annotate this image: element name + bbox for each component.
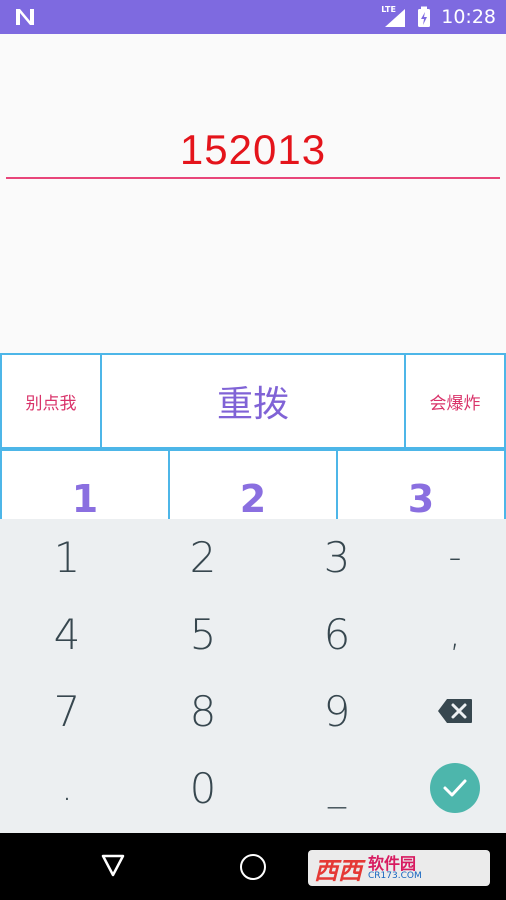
number-display: 152013 <box>0 34 506 354</box>
dont-click-button[interactable]: 别点我 <box>0 353 102 449</box>
key-3[interactable]: 3 <box>274 519 400 595</box>
key-dash[interactable]: - <box>392 519 506 595</box>
key-dot[interactable]: . <box>4 750 130 826</box>
key-2[interactable]: 2 <box>140 519 266 595</box>
backspace-icon <box>438 699 472 723</box>
number-underline <box>6 177 500 179</box>
watermark-site: CR173.COM <box>368 870 422 881</box>
status-bar: LTE 10:28 <box>0 0 506 34</box>
dial-key-label: 2 <box>239 477 267 521</box>
key-7[interactable]: 7 <box>4 673 130 749</box>
redial-label: 重拨 <box>216 384 289 425</box>
backspace-key[interactable] <box>392 673 506 749</box>
key-4[interactable]: 4 <box>4 596 130 672</box>
home-icon[interactable] <box>240 854 266 880</box>
key-8[interactable]: 8 <box>140 673 266 749</box>
battery-charging-icon <box>418 6 431 27</box>
network-label: LTE <box>381 5 396 14</box>
watermark: 西西 软件园 CR173.COM <box>308 850 490 886</box>
key-0[interactable]: 0 <box>140 750 266 826</box>
dial-key-1[interactable]: 1 <box>0 449 170 529</box>
dial-key-label: 3 <box>407 477 435 521</box>
numeric-keyboard: 1 2 3 - 4 5 6 , 7 8 9 . 0 _ <box>0 519 506 833</box>
dial-key-2[interactable]: 2 <box>168 449 338 529</box>
enter-check-icon <box>443 779 467 797</box>
dialed-number[interactable]: 152013 <box>0 126 506 174</box>
lte-signal-icon: LTE <box>381 5 407 28</box>
notification-n-icon <box>16 9 34 25</box>
explode-label: 会爆炸 <box>429 393 481 414</box>
back-icon[interactable] <box>100 853 126 879</box>
key-1[interactable]: 1 <box>4 519 130 595</box>
key-9[interactable]: 9 <box>274 673 400 749</box>
explode-button[interactable]: 会爆炸 <box>404 353 506 449</box>
navigation-bar: 西西 软件园 CR173.COM <box>0 833 506 900</box>
status-clock: 10:28 <box>441 6 496 28</box>
redial-button[interactable]: 重拨 <box>100 353 406 449</box>
watermark-logo: 西西 <box>314 856 362 885</box>
action-row: 别点我 重拨 会爆炸 <box>0 353 506 449</box>
dial-key-label: 1 <box>71 477 99 521</box>
key-comma[interactable]: , <box>392 596 506 672</box>
key-space[interactable]: _ <box>274 750 400 826</box>
dial-key-3[interactable]: 3 <box>336 449 506 529</box>
key-6[interactable]: 6 <box>274 596 400 672</box>
enter-key[interactable] <box>430 763 480 813</box>
watermark-name: 软件园 <box>368 853 417 873</box>
dont-click-label: 别点我 <box>25 393 77 414</box>
key-5[interactable]: 5 <box>140 596 266 672</box>
